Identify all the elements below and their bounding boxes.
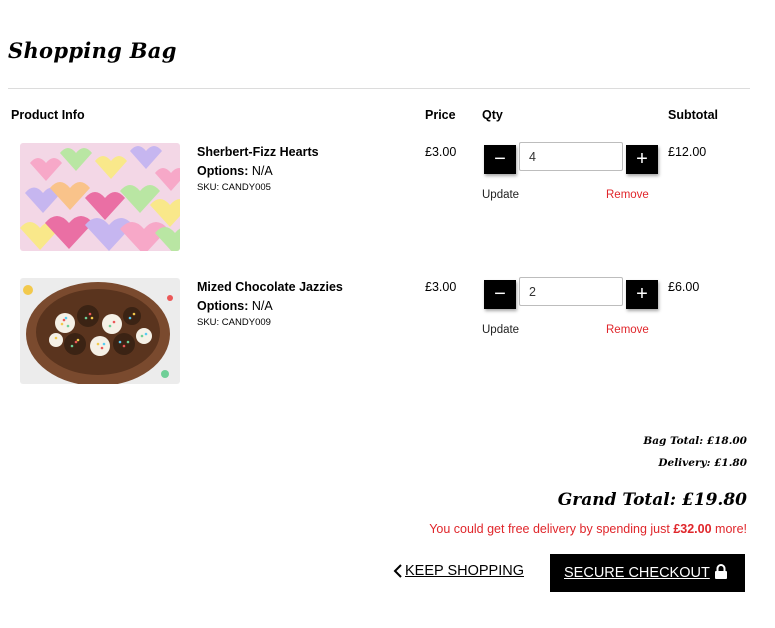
increase-qty-button[interactable]: + bbox=[626, 145, 658, 174]
remove-link[interactable]: Remove bbox=[606, 324, 649, 336]
increase-qty-button[interactable]: + bbox=[626, 280, 658, 309]
product-options: Options: N/A bbox=[197, 299, 273, 313]
quantity-input[interactable] bbox=[519, 277, 623, 306]
page-title: Shopping Bag bbox=[8, 38, 177, 63]
product-sku: SKU: CANDY005 bbox=[197, 182, 271, 193]
cart-row: Mized Chocolate Jazzies Options: N/A SKU… bbox=[0, 277, 775, 388]
keep-shopping-label: KEEP SHOPPING bbox=[405, 563, 524, 579]
product-name[interactable]: Mized Chocolate Jazzies bbox=[197, 280, 343, 294]
keep-shopping-link[interactable]: KEEP SHOPPING bbox=[393, 563, 524, 579]
checkout-label: SECURE CHECKOUT bbox=[564, 565, 710, 581]
grand-total: Grand Total: £19.80 bbox=[557, 490, 747, 510]
quantity-input[interactable] bbox=[519, 142, 623, 171]
product-image-mized-chocolate-jazzies[interactable] bbox=[20, 278, 180, 384]
lock-icon bbox=[714, 563, 728, 583]
item-subtotal: £6.00 bbox=[668, 280, 700, 294]
options-label: Options: bbox=[197, 164, 249, 178]
product-image-sherbert-fizz-hearts[interactable] bbox=[20, 143, 180, 251]
options-label: Options: bbox=[197, 299, 249, 313]
decrease-qty-button[interactable]: − bbox=[484, 280, 516, 309]
decrease-qty-button[interactable]: − bbox=[484, 145, 516, 174]
options-value: N/A bbox=[251, 299, 273, 313]
header-price: Price bbox=[425, 108, 456, 122]
remove-link[interactable]: Remove bbox=[606, 189, 649, 201]
update-link[interactable]: Update bbox=[482, 189, 519, 201]
cart-row: Sherbert-Fizz Hearts Options: N/A SKU: C… bbox=[0, 142, 775, 253]
update-link[interactable]: Update bbox=[482, 324, 519, 336]
free-delivery-suffix: more! bbox=[711, 522, 747, 536]
product-sku: SKU: CANDY009 bbox=[197, 317, 271, 328]
header-product-info: Product Info bbox=[11, 108, 85, 122]
product-name[interactable]: Sherbert-Fizz Hearts bbox=[197, 145, 319, 159]
bag-total: Bag Total: £18.00 bbox=[643, 435, 747, 447]
chevron-left-icon bbox=[393, 564, 403, 578]
header-qty: Qty bbox=[482, 108, 503, 122]
header-subtotal: Subtotal bbox=[668, 108, 718, 122]
title-divider bbox=[8, 88, 750, 89]
free-delivery-text: You could get free delivery by spending … bbox=[429, 522, 674, 536]
item-subtotal: £12.00 bbox=[668, 145, 707, 159]
free-delivery-amount: £32.00 bbox=[673, 522, 712, 536]
product-options: Options: N/A bbox=[197, 164, 273, 178]
delivery-total: Delivery: £1.80 bbox=[658, 457, 747, 469]
options-value: N/A bbox=[251, 164, 273, 178]
secure-checkout-button[interactable]: SECURE CHECKOUT bbox=[550, 554, 745, 592]
free-delivery-message: You could get free delivery by spending … bbox=[429, 522, 747, 536]
item-price: £3.00 bbox=[425, 145, 457, 159]
item-price: £3.00 bbox=[425, 280, 457, 294]
